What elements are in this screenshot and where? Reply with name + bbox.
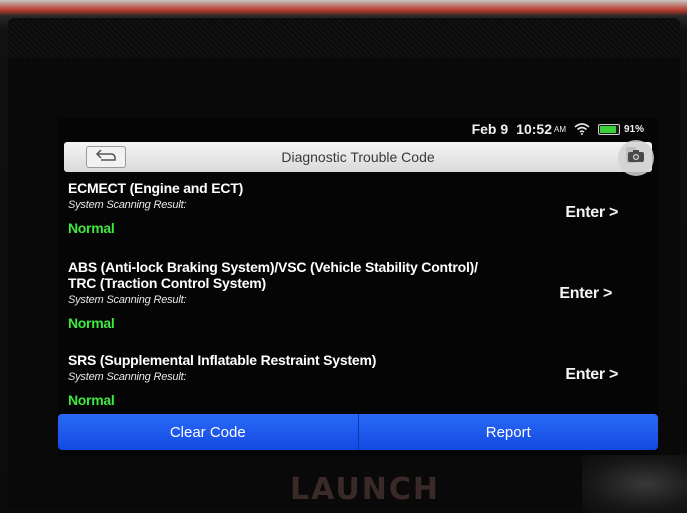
battery-icon — [597, 123, 620, 135]
system-name: ECMECT (Engine and ECT) — [68, 180, 244, 196]
device-glare — [582, 455, 687, 513]
system-list: ECMECT (Engine and ECT) System Scanning … — [68, 180, 648, 408]
camera-icon — [627, 149, 645, 168]
device-frame: Feb 9 10:52 AM 91% Diagnostic Trouble Co… — [0, 0, 687, 513]
device-screen: Feb 9 10:52 AM 91% Diagnostic Trouble Co… — [58, 118, 658, 456]
status-ampm: AM — [553, 124, 566, 134]
scan-status: Normal — [68, 315, 115, 331]
scan-result-label: System Scanning Result: — [68, 371, 187, 383]
system-name: SRS (Supplemental Inflatable Restraint S… — [68, 352, 377, 368]
status-time: 10:52 — [516, 121, 552, 137]
page-title: Diagnostic Trouble Code — [281, 149, 435, 165]
status-date: Feb 9 — [471, 121, 509, 137]
scan-status: Normal — [68, 220, 115, 236]
enter-button[interactable]: Enter > — [565, 204, 618, 222]
system-name-line1: ABS (Anti-lock Braking System)/VSC (Vehi… — [68, 259, 478, 275]
back-arrow-icon — [95, 148, 117, 167]
scan-status: Normal — [68, 392, 115, 408]
clear-code-button[interactable]: Clear Code — [58, 414, 359, 450]
system-item-srs[interactable]: SRS (Supplemental Inflatable Restraint S… — [68, 352, 648, 408]
bezel-texture — [8, 18, 680, 58]
screenshot-camera-button[interactable] — [618, 140, 654, 176]
status-bar: Feb 9 10:52 AM 91% — [58, 118, 658, 140]
report-button[interactable]: Report — [358, 414, 658, 450]
system-item-ecmect[interactable]: ECMECT (Engine and ECT) System Scanning … — [68, 180, 648, 244]
scan-result-label: System Scanning Result: — [68, 199, 187, 211]
system-item-abs[interactable]: ABS (Anti-lock Braking System)/VSC (Vehi… — [68, 259, 648, 331]
battery-percent: 91% — [623, 123, 644, 135]
back-button[interactable] — [86, 146, 126, 168]
bottom-action-bar: Clear Code Report — [58, 414, 658, 450]
launch-logo: LAUNCH — [290, 472, 441, 507]
title-bar: Diagnostic Trouble Code — [64, 142, 652, 172]
wifi-icon — [574, 123, 590, 135]
enter-button[interactable]: Enter > — [559, 285, 612, 303]
enter-button[interactable]: Enter > — [565, 366, 618, 384]
